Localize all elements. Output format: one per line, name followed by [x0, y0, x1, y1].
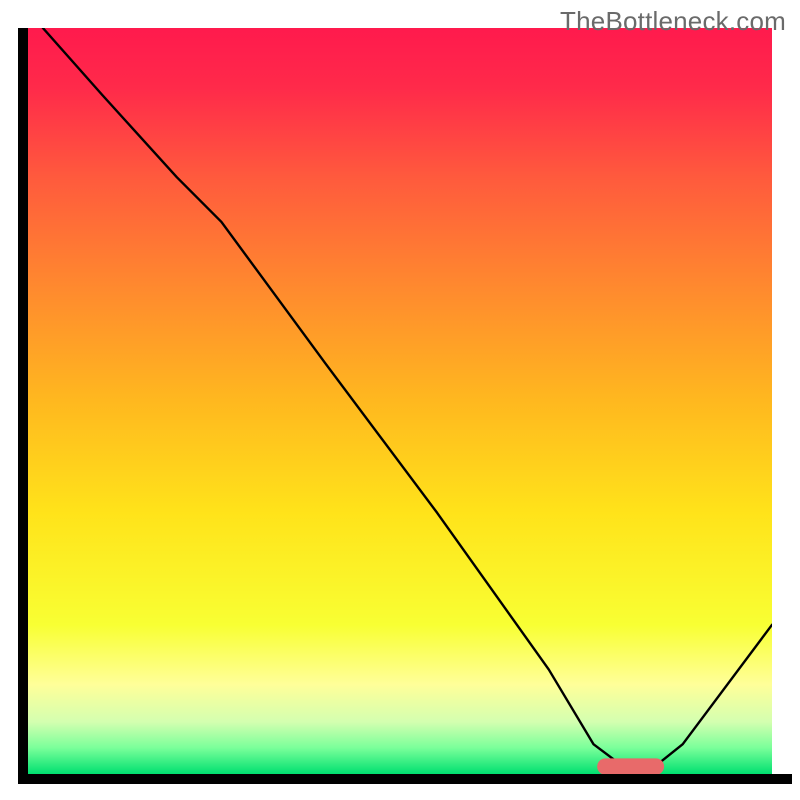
chart-root: TheBottleneck.com	[0, 0, 800, 800]
plot-inner	[28, 28, 772, 774]
optimal-zone	[597, 758, 664, 774]
watermark-label: TheBottleneck.com	[560, 6, 786, 37]
y-axis	[18, 28, 28, 784]
gradient-background	[28, 28, 772, 774]
chart-canvas	[28, 28, 772, 774]
plot-area	[18, 28, 782, 784]
x-axis	[18, 774, 792, 784]
